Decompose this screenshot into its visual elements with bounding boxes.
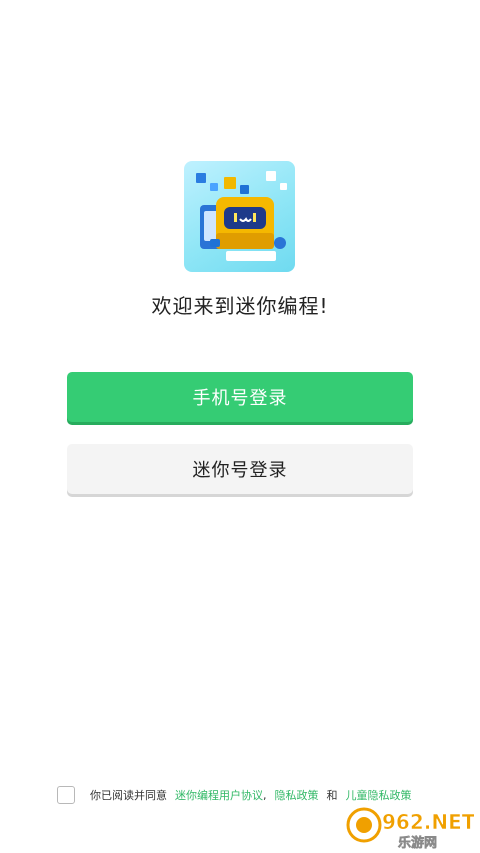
agreement-comma: , [263,788,267,802]
agreement-and: 和 [326,789,338,802]
agreement-row: 你已阅读并同意 迷你编程用户协议 , 隐私政策 和 儿童隐私政策 [57,786,412,804]
login-screen: 欢迎来到迷你编程! 手机号登录 迷你号登录 你已阅读并同意 迷你编程用户协议 ,… [0,0,480,853]
app-logo-icon [184,161,295,272]
watermark-logo: 962.NET 乐游网 [344,803,476,851]
agreement-prefix: 你已阅读并同意 [90,789,167,802]
phone-login-button[interactable]: 手机号登录 [67,372,413,422]
svg-text:962.NET: 962.NET [382,810,474,834]
user-agreement-link[interactable]: 迷你编程用户协议 [175,787,263,803]
agreement-checkbox[interactable] [57,786,75,804]
children-privacy-link[interactable]: 儿童隐私政策 [346,787,412,803]
welcome-heading: 欢迎来到迷你编程! [151,294,329,318]
privacy-policy-link[interactable]: 隐私政策 [275,787,319,803]
svg-text:乐游网: 乐游网 [398,835,437,849]
mini-account-login-button[interactable]: 迷你号登录 [67,444,413,494]
